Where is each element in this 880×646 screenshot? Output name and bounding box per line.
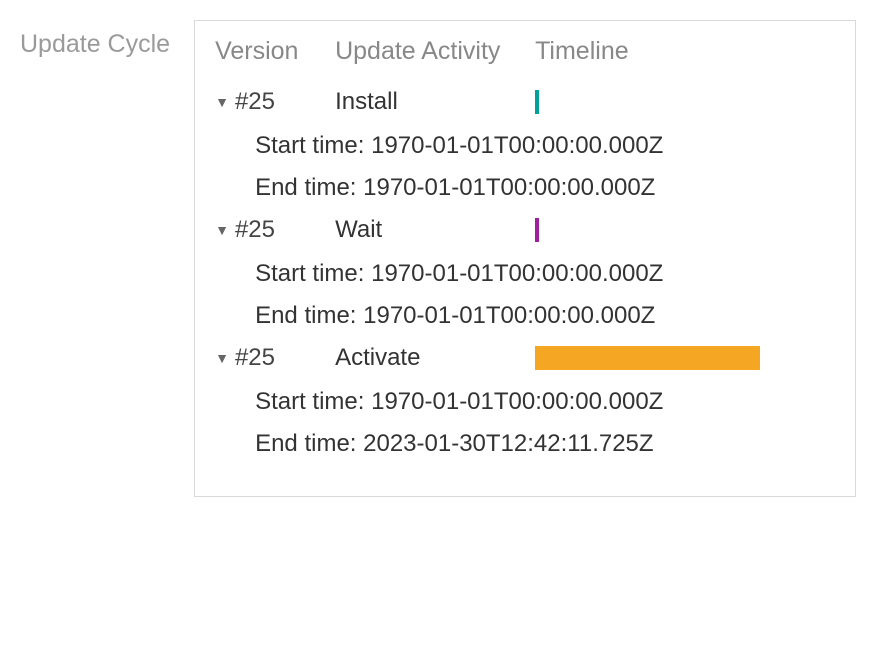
detail-end: End time: 1970-01-01T00:00:00.000Z xyxy=(255,174,835,202)
row-main: ▼ #25 Wait xyxy=(215,216,835,244)
detail-start: Start time: 1970-01-01T00:00:00.000Z xyxy=(255,132,835,160)
version-text: #25 xyxy=(235,216,275,244)
activity-cell: Install xyxy=(335,88,535,116)
caret-down-icon[interactable]: ▼ xyxy=(215,350,229,366)
activity-cell: Wait xyxy=(335,216,535,244)
timeline-cell xyxy=(535,218,835,242)
detail-start: Start time: 1970-01-01T00:00:00.000Z xyxy=(255,260,835,288)
detail-start: Start time: 1970-01-01T00:00:00.000Z xyxy=(255,388,835,416)
end-label: End time: xyxy=(255,302,363,329)
detail-end: End time: 2023-01-30T12:42:11.725Z xyxy=(255,430,835,458)
update-cycle-panel: Version Update Activity Timeline ▼ #25 I… xyxy=(194,20,856,497)
end-label: End time: xyxy=(255,430,363,457)
detail-end: End time: 1970-01-01T00:00:00.000Z xyxy=(255,302,835,330)
start-label: Start time: xyxy=(255,132,371,159)
section-label: Update Cycle xyxy=(20,20,170,59)
header-version: Version xyxy=(215,37,335,66)
header-timeline: Timeline xyxy=(535,37,835,66)
version-cell: ▼ #25 xyxy=(215,344,335,372)
timeline-bar xyxy=(535,346,760,370)
version-text: #25 xyxy=(235,344,275,372)
start-value: 1970-01-01T00:00:00.000Z xyxy=(371,132,663,159)
version-cell: ▼ #25 xyxy=(215,88,335,116)
end-label: End time: xyxy=(255,174,363,201)
end-value: 1970-01-01T00:00:00.000Z xyxy=(363,174,655,201)
caret-down-icon[interactable]: ▼ xyxy=(215,222,229,238)
header-activity: Update Activity xyxy=(335,37,535,66)
start-value: 1970-01-01T00:00:00.000Z xyxy=(371,260,663,287)
version-text: #25 xyxy=(235,88,275,116)
timeline-bar xyxy=(535,90,539,114)
version-cell: ▼ #25 xyxy=(215,216,335,244)
caret-down-icon[interactable]: ▼ xyxy=(215,94,229,110)
table-row: ▼ #25 Install Start time: 1970-01-01T00:… xyxy=(215,88,835,202)
row-main: ▼ #25 Install xyxy=(215,88,835,116)
start-label: Start time: xyxy=(255,260,371,287)
timeline-bar xyxy=(535,218,539,242)
end-value: 1970-01-01T00:00:00.000Z xyxy=(363,302,655,329)
start-label: Start time: xyxy=(255,388,371,415)
table-row: ▼ #25 Activate Start time: 1970-01-01T00… xyxy=(215,344,835,458)
row-main: ▼ #25 Activate xyxy=(215,344,835,372)
end-value: 2023-01-30T12:42:11.725Z xyxy=(363,430,653,457)
table-header: Version Update Activity Timeline xyxy=(215,37,835,66)
update-cycle-container: Update Cycle Version Update Activity Tim… xyxy=(20,20,860,497)
activity-cell: Activate xyxy=(335,344,535,372)
start-value: 1970-01-01T00:00:00.000Z xyxy=(371,388,663,415)
table-row: ▼ #25 Wait Start time: 1970-01-01T00:00:… xyxy=(215,216,835,330)
timeline-cell xyxy=(535,90,835,114)
timeline-cell xyxy=(535,346,835,370)
